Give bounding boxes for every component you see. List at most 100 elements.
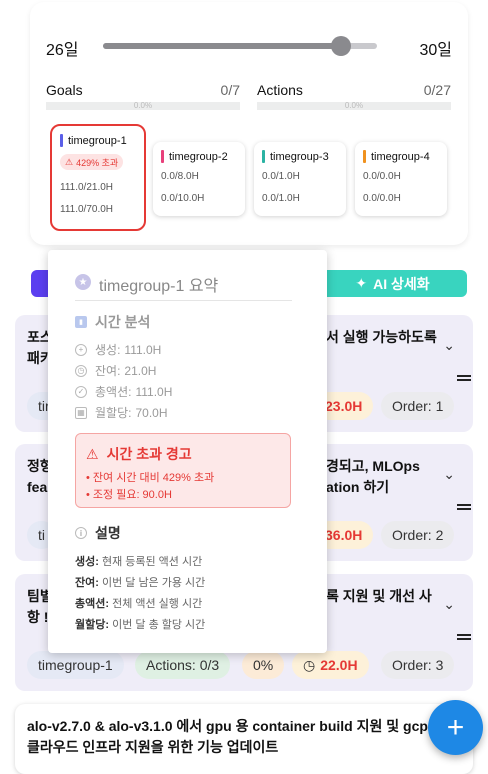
timegroup-color-marker	[60, 134, 63, 147]
description-text: 전체 액션 실행 시간	[112, 598, 203, 610]
timegroup-card-1[interactable]: timegroup-1 ⚠ 429% 초과 111.0/21.0H 111.0/…	[50, 124, 146, 231]
stat-label: 잔여:	[95, 364, 121, 378]
goals-count: 0/7	[220, 82, 240, 98]
range-min-label: 26일	[46, 42, 79, 59]
goals-label: Goals	[46, 82, 83, 98]
goal-card-4[interactable]: alo-v2.7.0 & alo-v3.1.0 에서 gpu 용 contain…	[15, 704, 473, 774]
stat-label: 월할당:	[95, 406, 132, 420]
slider-thumb[interactable]	[331, 36, 352, 56]
sparkle-icon: ✦	[355, 275, 368, 291]
actions-count: 0/27	[423, 82, 451, 98]
actions-progress-bar: 0.0%	[257, 101, 451, 110]
warning-icon: ⚠	[65, 156, 74, 167]
overtime-badge-label: 429% 초과	[76, 157, 119, 168]
stat-row-monthly-allocation: ▦ 월할당: 70.0H	[75, 404, 168, 421]
range-max-label: 30일	[419, 42, 452, 59]
star-icon: ★	[75, 274, 91, 290]
stat-row-remaining: ◷ 잔여: 21.0H	[75, 362, 156, 379]
description-term: 총액션:	[75, 598, 110, 610]
timegroup-name: timegroup-3	[270, 150, 329, 163]
day-range-slider-row: 26일 30일	[46, 34, 452, 59]
clock-icon: ◷	[303, 656, 316, 673]
timegroup-color-marker	[161, 150, 164, 163]
ai-detail-label: AI 상세화	[373, 275, 430, 292]
description-text: 이번 달 남은 가용 시간	[101, 577, 206, 589]
plus-icon: +	[446, 710, 465, 744]
goal-title-fragment: ation 하기	[326, 479, 390, 495]
stat-value: 111.0H	[124, 342, 162, 357]
actions-chip: Actions: 0/3	[135, 651, 231, 679]
time-chip-value: 23.0H	[325, 398, 363, 414]
info-icon: i	[75, 527, 87, 539]
order-chip: Order: 3	[381, 651, 455, 679]
drag-handle-icon[interactable]	[457, 504, 471, 510]
day-range-slider[interactable]	[103, 36, 377, 56]
timer-icon: ◷	[75, 364, 87, 377]
stat-row-created: + 생성: 111.0H	[75, 341, 161, 358]
time-chip-value: 36.0H	[325, 527, 363, 543]
description-text: 현재 등록된 액션 시간	[101, 556, 203, 568]
drag-handle-icon[interactable]	[457, 375, 471, 381]
stat-value: 70.0H	[135, 405, 168, 420]
timegroup-summary-popover: ★ timegroup-1 요약 ▮ 시간 분석 + 생성: 111.0H ◷ …	[48, 250, 327, 653]
chevron-down-icon[interactable]: ⌄	[443, 596, 455, 613]
chart-icon: ▮	[75, 316, 87, 328]
warning-title: 시간 초과 경고	[106, 446, 192, 462]
timegroup-color-marker	[262, 150, 265, 163]
goal-title-fragment: 록 지원 및 개선 사	[326, 588, 432, 604]
overtime-badge: ⚠ 429% 초과	[60, 154, 124, 170]
check-circle-icon: ✓	[75, 385, 87, 398]
time-analysis-section: ▮ 시간 분석	[75, 312, 150, 332]
description-text: 이번 달 총 할당 시간	[112, 619, 206, 631]
calendar-icon: ▦	[75, 406, 87, 419]
goals-progress-percent: 0.0%	[133, 101, 153, 110]
progress-percent-chip: 0%	[242, 651, 285, 679]
chevron-down-icon[interactable]: ⌄	[443, 337, 455, 354]
timegroup-name: timegroup-4	[371, 150, 430, 163]
add-button[interactable]: +	[428, 700, 483, 755]
goal-title-fragment: 항 !	[27, 609, 49, 625]
description-term: 월할당:	[75, 619, 110, 631]
timegroup-name: timegroup-1	[68, 134, 127, 147]
timegroup-allocated: 0.0/1.0H	[262, 193, 300, 204]
slider-fill	[103, 43, 342, 49]
description-term: 잔여:	[75, 577, 99, 589]
timegroup-card-3[interactable]: timegroup-3 0.0/1.0H 0.0/1.0H	[254, 142, 346, 216]
stat-row-total-actions: ✓ 총액션: 111.0H	[75, 383, 172, 400]
stat-value: 21.0H	[124, 363, 157, 378]
actions-label: Actions	[257, 82, 303, 98]
timegroup-allocated: 0.0/10.0H	[161, 193, 205, 204]
time-chip-value: 22.0H	[320, 657, 358, 673]
description-row: 생성: 현재 등록된 액션 시간	[75, 553, 202, 569]
timegroup-remaining: 111.0/21.0H	[60, 182, 114, 193]
timegroup-allocated: 111.0/70.0H	[60, 204, 114, 215]
stat-value: 111.0H	[135, 384, 173, 399]
goal-title-fragment: fea	[27, 479, 48, 495]
timegroup-color-marker	[363, 150, 366, 163]
timegroup-name: timegroup-2	[169, 150, 228, 163]
drag-handle-icon[interactable]	[457, 634, 471, 640]
order-chip: Order: 2	[381, 521, 455, 549]
goal-title-fragment: 경되고, MLOps	[326, 458, 420, 474]
description-row: 총액션: 전체 액션 실행 시간	[75, 595, 202, 611]
stat-label: 총액션:	[95, 385, 132, 399]
timegroup-card-2[interactable]: timegroup-2 0.0/8.0H 0.0/10.0H	[153, 142, 245, 216]
stat-label: 생성:	[95, 343, 121, 357]
timegroup-remaining: 0.0/8.0H	[161, 171, 199, 182]
goal-title: alo-v2.7.0 & alo-v3.1.0 에서 gpu 용 contain…	[27, 718, 428, 755]
popover-title: timegroup-1 요약	[99, 278, 219, 295]
timegroup-remaining: 0.0/1.0H	[262, 171, 300, 182]
timegroup-remaining: 0.0/0.0H	[363, 171, 401, 182]
timegroup-card-4[interactable]: timegroup-4 0.0/0.0H 0.0/0.0H	[355, 142, 447, 216]
actions-progress-percent: 0.0%	[344, 101, 364, 110]
overtime-warning-box: ⚠ 시간 초과 경고 • 잔여 시간 대비 429% 초과 • 조정 필요: 9…	[75, 433, 291, 508]
description-heading: 설명	[95, 525, 121, 541]
time-analysis-heading: 시간 분석	[95, 314, 151, 330]
time-chip: ◷ 22.0H	[292, 651, 369, 679]
warning-line: • 조정 필요: 90.0H	[86, 489, 172, 501]
goals-progress-bar: 0.0%	[46, 101, 240, 110]
description-row: 잔여: 이번 달 남은 가용 시간	[75, 574, 205, 590]
plus-circle-icon: +	[75, 343, 87, 356]
chevron-down-icon[interactable]: ⌄	[443, 466, 455, 483]
timegroup-allocated: 0.0/0.0H	[363, 193, 401, 204]
